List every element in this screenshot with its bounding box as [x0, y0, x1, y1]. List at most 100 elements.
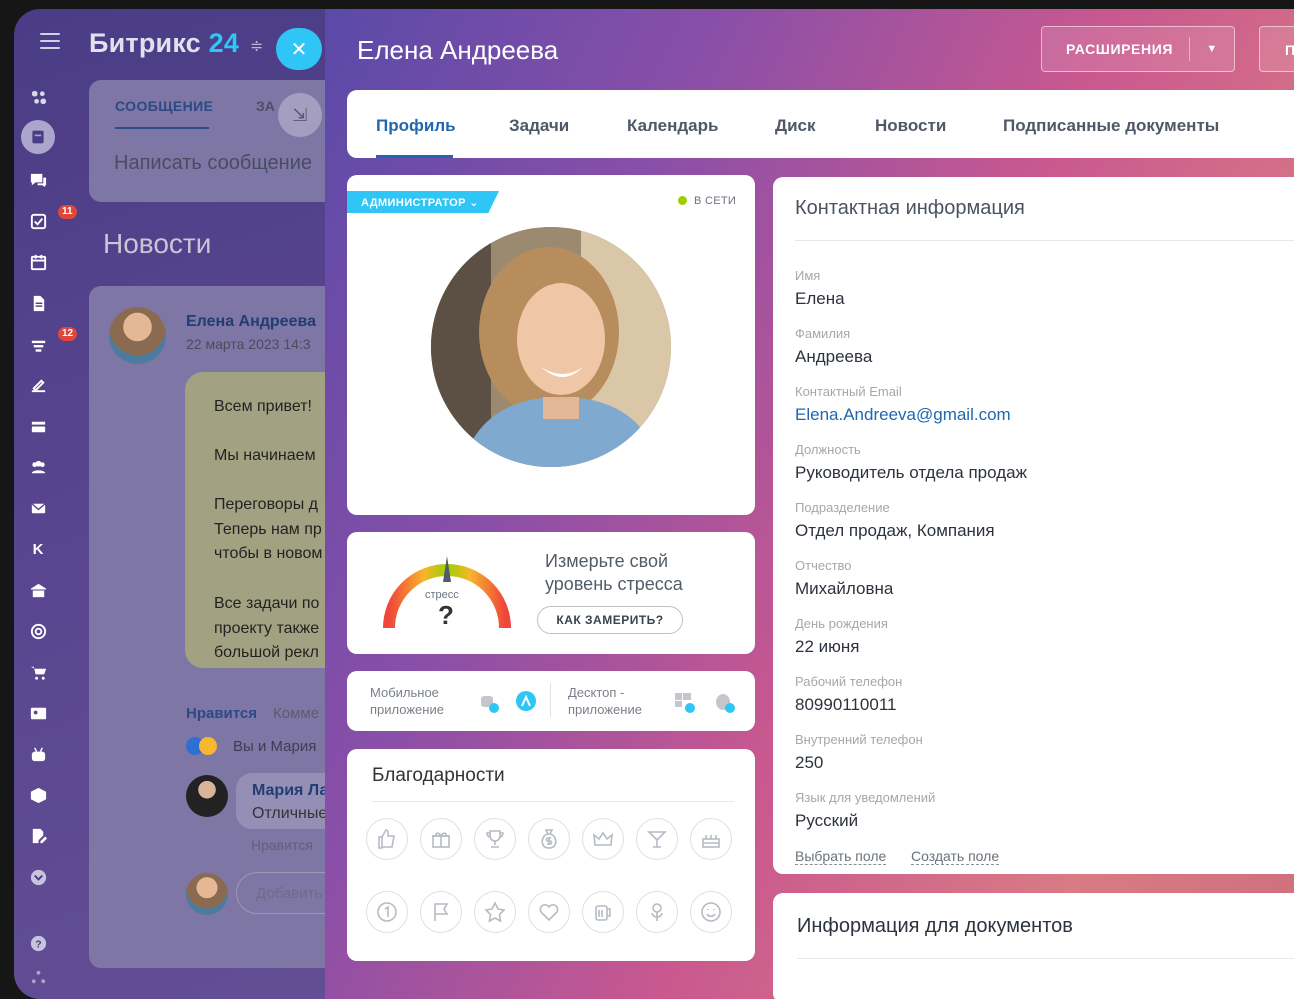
thanks-title: Благодарности [372, 765, 505, 786]
trophy-icon[interactable] [474, 818, 516, 860]
edit-doc-icon[interactable] [14, 821, 62, 851]
role-badge[interactable]: АДМИНИСТРАТОР ⌄ [347, 191, 499, 213]
flag-icon[interactable] [420, 891, 462, 933]
field-value-department[interactable]: Отдел продаж, Компания [795, 521, 995, 541]
crown-icon[interactable] [582, 818, 624, 860]
tab-message[interactable]: СООБЩЕНИЕ [115, 98, 213, 114]
tab-message-underline [115, 127, 209, 129]
field-value-birthday[interactable]: 22 июня [795, 637, 859, 657]
employees-icon[interactable] [14, 452, 62, 482]
field-value-language[interactable]: Русский [795, 811, 858, 831]
apps-separator [550, 683, 551, 717]
online-label: В СЕТИ [694, 195, 737, 207]
robot-icon[interactable] [14, 739, 62, 769]
chevron-down-icon[interactable]: ▼ [1190, 43, 1234, 55]
reactions-text[interactable]: Вы и Мария [233, 738, 316, 755]
field-value-internal-phone[interactable]: 250 [795, 753, 823, 773]
select-field-link[interactable]: Выбрать поле [795, 848, 887, 865]
create-field-link[interactable]: Создать поле [911, 848, 1000, 865]
tab-calendar[interactable]: Календарь [627, 116, 718, 136]
documents-divider [797, 958, 1294, 959]
smile-icon[interactable] [690, 891, 732, 933]
tab-disk[interactable]: Диск [775, 116, 816, 136]
field-label-email: Контактный Email [795, 384, 902, 399]
calendar-icon[interactable] [14, 247, 62, 277]
active-tab-underline [376, 155, 453, 158]
documents-icon[interactable] [14, 288, 62, 318]
heart-icon[interactable] [528, 891, 570, 933]
app-logo[interactable]: Битрикс 24 [89, 28, 239, 59]
field-value-email[interactable]: Elena.Andreeva@gmail.com [795, 405, 1011, 425]
extensions-button[interactable]: РАСШИРЕНИЯ ▼ [1041, 26, 1235, 72]
apple-icon[interactable] [712, 689, 736, 713]
beer-icon[interactable] [582, 891, 624, 933]
contact-card-icon[interactable] [14, 698, 62, 728]
my-avatar [186, 873, 228, 915]
android-icon[interactable] [476, 689, 500, 713]
inbox-icon[interactable] [14, 411, 62, 441]
field-value-work-phone[interactable]: 80990110011 [795, 695, 896, 715]
tab-news[interactable]: Новости [875, 116, 946, 136]
contact-divider [795, 240, 1294, 241]
crm-filter-icon[interactable] [14, 330, 62, 360]
post-line-3: Переговоры д Теперь нам пр чтобы в новом [214, 496, 323, 562]
tab-profile[interactable]: Профиль [376, 116, 456, 136]
profile-tabs: Профиль Задачи Календарь Диск Новости По… [347, 90, 1294, 158]
flower-icon[interactable] [636, 891, 678, 933]
commenter-avatar[interactable] [186, 775, 228, 817]
box-icon[interactable] [14, 780, 62, 810]
profile-photo[interactable] [431, 227, 671, 467]
comment-link[interactable]: Комме [273, 705, 319, 722]
cake-icon[interactable] [690, 818, 732, 860]
tab-second[interactable]: ЗА [256, 98, 275, 114]
thanks-card: Благодарности [347, 749, 755, 961]
network-icon[interactable] [14, 962, 62, 992]
close-slider-button[interactable]: ✕ [276, 28, 322, 70]
menu-icon[interactable] [40, 33, 60, 49]
thumbs-up-icon[interactable] [366, 818, 408, 860]
field-value-first-name[interactable]: Елена [795, 289, 845, 309]
tab-tasks[interactable]: Задачи [509, 116, 569, 136]
post-author[interactable]: Елена Андреева [186, 313, 316, 331]
feed-icon[interactable] [14, 120, 62, 154]
write-message-input[interactable]: Написать сообщение [114, 152, 312, 175]
like-link[interactable]: Нравится [186, 705, 257, 722]
target-icon[interactable] [14, 616, 62, 646]
field-label-language: Язык для уведомлений [795, 790, 936, 805]
windows-icon[interactable] [672, 689, 696, 713]
comment-author[interactable]: Мария Ла [252, 782, 328, 800]
more-icon[interactable] [14, 862, 62, 892]
post-author-avatar[interactable] [109, 307, 166, 364]
tasks-icon[interactable] [14, 206, 62, 236]
money-bag-icon[interactable] [528, 818, 570, 860]
store-icon[interactable] [14, 575, 62, 605]
number-one-icon[interactable] [366, 891, 408, 933]
field-value-middle-name[interactable]: Михайловна [795, 579, 893, 599]
stress-card: стресс ? Измерьте свой уровень стресса К… [347, 532, 755, 654]
tab-signed-documents[interactable]: Подписанные документы [1003, 116, 1219, 136]
documents-info-title: Информация для документов [797, 915, 1073, 937]
help-icon[interactable]: ? [14, 928, 62, 958]
field-value-last-name[interactable]: Андреева [795, 347, 872, 367]
svg-text:?: ? [35, 939, 41, 950]
apps-card: Мобильное приложение Десктоп - приложени… [347, 671, 755, 731]
cart-icon[interactable] [14, 657, 62, 687]
app-store-icon[interactable] [514, 689, 538, 713]
how-to-measure-button[interactable]: КАК ЗАМЕРИТЬ? [537, 606, 683, 634]
star-icon[interactable] [474, 891, 516, 933]
chevron-down-icon: ⌄ [469, 197, 479, 209]
switch-icon[interactable]: ≑ [250, 36, 263, 56]
comment-like[interactable]: Нравится [251, 837, 313, 853]
left-rail: 11 12 K ? [14, 72, 78, 986]
field-value-position[interactable]: Руководитель отдела продаж [795, 463, 1027, 483]
cocktail-icon[interactable] [636, 818, 678, 860]
pin-icon[interactable]: ⇲ [278, 93, 322, 137]
chat-icon[interactable] [14, 165, 62, 195]
activity-icon[interactable] [14, 82, 62, 112]
gift-icon[interactable] [420, 818, 462, 860]
knowledge-letter[interactable]: K [14, 534, 62, 564]
sign-icon[interactable] [14, 370, 62, 400]
secondary-button[interactable]: П [1259, 26, 1294, 72]
mail-icon[interactable] [14, 493, 62, 523]
field-label-middle-name: Отчество [795, 558, 852, 573]
